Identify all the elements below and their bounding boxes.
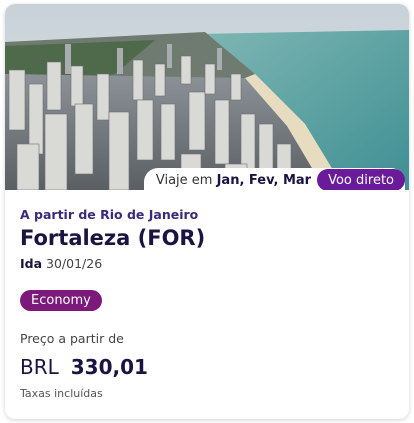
price-amount: 330,01 <box>70 355 148 379</box>
taxes-note: Taxas incluídas <box>20 387 103 400</box>
travel-months: Viaje em Jan, Fev, Mar <box>156 173 317 188</box>
card-body: A partir de Rio de Janeiro Fortaleza (FO… <box>5 190 409 400</box>
hero-info-bar: Viaje em Jan, Fev, Mar Voo direto <box>143 168 405 190</box>
city-skyline-image <box>5 4 409 190</box>
price: BRL 330,01 <box>20 355 394 379</box>
departure-label: Ida <box>20 256 43 271</box>
departure-date-value: 30/01/26 <box>46 256 103 271</box>
origin-city: A partir de Rio de Janeiro <box>20 207 199 222</box>
travel-months-prefix: Viaje em <box>155 172 213 188</box>
flight-offer-card[interactable]: Viaje em Jan, Fev, Mar Voo direto A part… <box>5 4 409 419</box>
fare-class-badge: Economy <box>20 290 102 311</box>
price-currency: BRL <box>20 355 59 379</box>
destination-photo: Viaje em Jan, Fev, Mar Voo direto <box>5 4 409 190</box>
travel-months-list: Jan, Fev, Mar <box>216 172 312 188</box>
departure-date: Ida 30/01/26 <box>20 256 394 271</box>
price-label: Preço a partir de <box>20 331 124 346</box>
direct-flight-badge: Voo direto <box>317 169 405 190</box>
destination-title[interactable]: Fortaleza (FOR) <box>20 226 394 250</box>
